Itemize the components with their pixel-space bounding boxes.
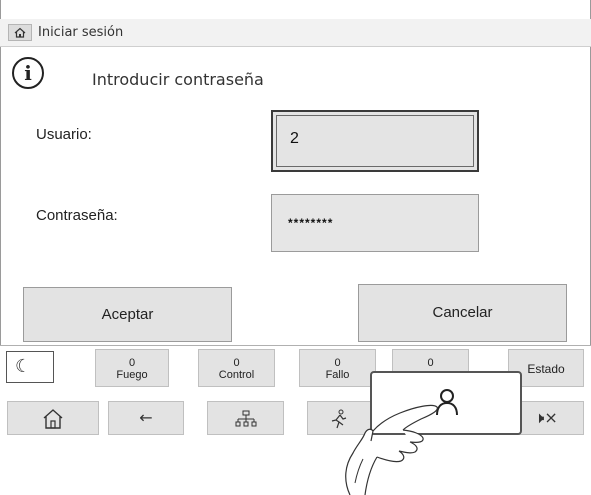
home-icon[interactable] <box>8 24 32 41</box>
night-mode-button[interactable]: ☾ <box>6 351 54 383</box>
other-count: 0 <box>427 357 434 369</box>
fault-label: Fallo <box>325 369 350 381</box>
fire-label: Fuego <box>116 369 148 381</box>
title-bar: Iniciar sesión <box>0 19 591 47</box>
arrow-left-icon: ← <box>139 408 153 427</box>
password-field-value: ******** <box>288 216 334 230</box>
control-count: 0 <box>233 357 240 369</box>
user-field-value: 2 <box>290 130 299 147</box>
user-field[interactable]: 2 <box>271 110 479 172</box>
hand-pointer-icon <box>345 404 438 495</box>
moon-icon: ☾ <box>15 356 32 377</box>
fire-counter-button[interactable]: 0 Fuego <box>95 349 169 387</box>
password-field[interactable]: ******** <box>271 194 479 252</box>
dialog-heading: Introducir contraseña <box>92 70 264 89</box>
password-label: Contraseña: <box>36 207 118 224</box>
nav-structure-button[interactable] <box>207 401 284 435</box>
info-icon: i <box>12 57 44 89</box>
user-label: Usuario: <box>36 126 92 143</box>
user-field-focus-ring <box>276 115 474 167</box>
nav-back-button[interactable]: ← <box>108 401 184 435</box>
accept-button[interactable]: Aceptar <box>23 287 232 342</box>
fire-count: 0 <box>128 357 136 369</box>
cancel-button[interactable]: Cancelar <box>358 284 567 342</box>
fault-counter-button[interactable]: 0 Fallo <box>299 349 376 387</box>
control-counter-button[interactable]: 0 Control <box>198 349 275 387</box>
control-label: Control <box>218 369 255 381</box>
home-icon <box>43 409 63 429</box>
fault-count: 0 <box>334 357 341 369</box>
network-icon <box>235 410 256 427</box>
nav-home-button[interactable] <box>7 401 99 435</box>
page-title: Iniciar sesión <box>38 25 124 40</box>
